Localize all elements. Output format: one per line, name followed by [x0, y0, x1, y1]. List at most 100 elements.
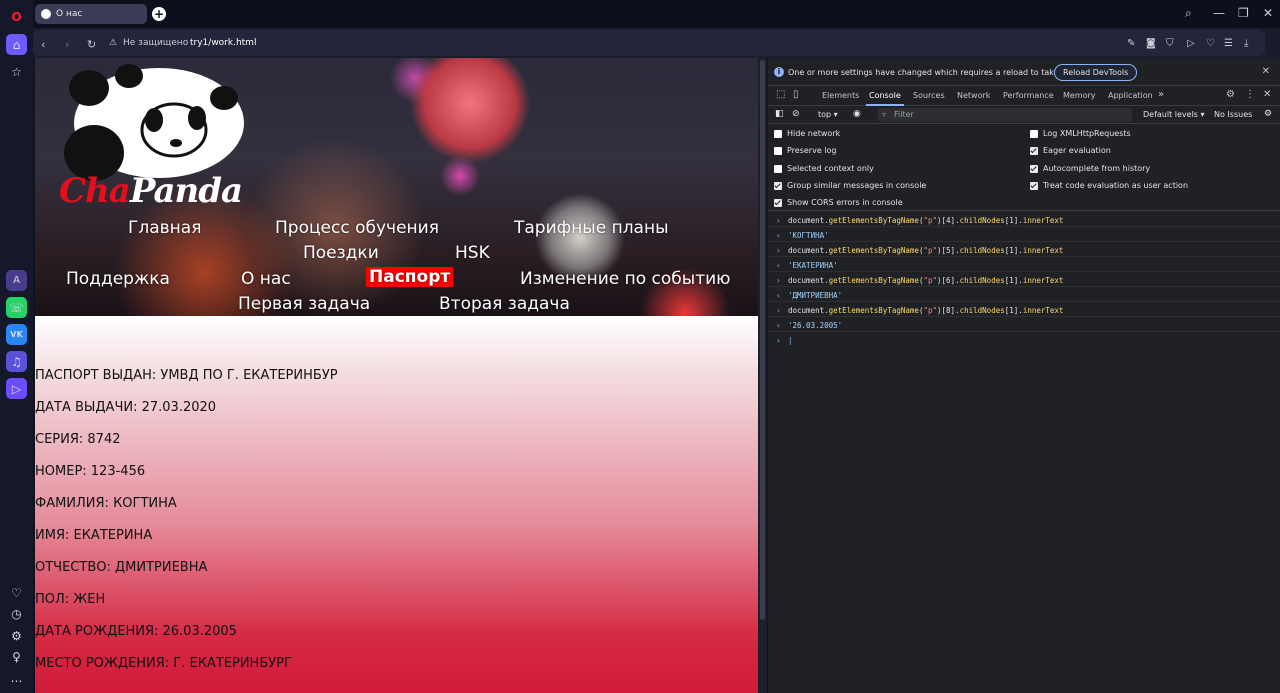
forward-icon[interactable]: ›	[65, 38, 69, 51]
surname: ФАМИЛИЯ: КОГТИНА	[35, 496, 177, 511]
maximize-icon[interactable]: ❐	[1238, 6, 1249, 20]
tab-console[interactable]: Console	[869, 91, 901, 100]
brand-part-panda: Panda	[129, 171, 243, 211]
back-icon[interactable]: ‹	[41, 38, 45, 51]
devtools-close-icon[interactable]: ✕	[1263, 89, 1271, 100]
security-label[interactable]: Не защищено	[123, 38, 188, 48]
clear-console-icon[interactable]: ⊘	[792, 109, 800, 119]
checkbox[interactable]	[774, 164, 782, 173]
close-icon[interactable]: ✕	[1262, 66, 1270, 77]
tab-title: О нас	[56, 9, 83, 19]
console-code: document.getElementsByTagName("p")[4].ch…	[788, 216, 1064, 225]
opt-label: Preserve log	[787, 146, 837, 155]
opt-group-similar[interactable]: Group similar messages in console	[774, 181, 926, 190]
nav-about[interactable]: О нас	[241, 269, 291, 289]
camera-icon[interactable]: ◙	[1146, 38, 1156, 49]
filter-input[interactable]: Filter	[878, 108, 1132, 122]
checkbox[interactable]	[1030, 146, 1038, 155]
checkbox[interactable]	[774, 198, 782, 207]
reload-icon[interactable]: ↻	[87, 38, 96, 51]
star-icon[interactable]: ☆	[6, 61, 27, 82]
reload-devtools-button[interactable]: Reload DevTools	[1054, 64, 1138, 81]
more-tabs-icon[interactable]: »	[1158, 89, 1164, 100]
vk-icon[interactable]: VK	[6, 324, 27, 345]
console-input-line: › document.getElementsByTagName("p")[4].…	[768, 212, 1280, 227]
tab-performance[interactable]: Performance	[1003, 91, 1054, 100]
nav-learning[interactable]: Процесс обучения	[275, 218, 439, 238]
nav-trips[interactable]: Поездки	[303, 243, 379, 263]
more-icon[interactable]: …	[6, 667, 27, 688]
opt-label: Selected context only	[787, 164, 874, 173]
whatsapp-icon[interactable]: ☏	[6, 297, 27, 318]
opt-selected-context[interactable]: Selected context only	[774, 164, 874, 173]
issue-date: ДАТА ВЫДАЧИ: 27.03.2020	[35, 400, 217, 415]
opt-log-xhr[interactable]: Log XMLHttpRequests	[1030, 129, 1131, 138]
scroll-thumb[interactable]	[760, 60, 765, 620]
checkbox[interactable]	[1030, 129, 1038, 138]
sidebar-toggle-icon[interactable]: ◧	[775, 109, 784, 119]
settings-icon[interactable]: ⚙	[6, 625, 27, 646]
aria-icon[interactable]: A	[6, 270, 27, 291]
play-icon[interactable]: ▷	[1187, 38, 1195, 49]
warning-icon[interactable]: ⚠	[109, 38, 117, 48]
opt-eager-eval[interactable]: Eager evaluation	[1030, 146, 1111, 155]
levels-select[interactable]: Default levels ▾	[1143, 110, 1205, 119]
opt-user-action[interactable]: Treat code evaluation as user action	[1030, 181, 1188, 190]
console-toolbar: ◧ ⊘ top ▾ ◉ Filter ▿ Default levels ▾ No…	[768, 106, 1280, 124]
devtools-settings-icon[interactable]: ⚙	[1226, 89, 1235, 100]
address-field[interactable]: ‹ › ↻ ⚠ Не защищено try1/work.html ✎ ◙ ⛉…	[33, 30, 1265, 56]
nav-tariffs[interactable]: Тарифные планы	[514, 218, 669, 238]
tab-sources[interactable]: Sources	[913, 91, 945, 100]
checkbox[interactable]	[774, 129, 782, 138]
new-tab-button[interactable]: +	[152, 7, 166, 21]
music-icon[interactable]: ♫	[6, 351, 27, 372]
heart-icon[interactable]: ♡	[6, 582, 27, 603]
tab-about[interactable]: О нас	[35, 4, 147, 24]
context-select[interactable]: top ▾	[818, 110, 838, 119]
menu-icon[interactable]: ☰	[1224, 38, 1233, 49]
tab-elements[interactable]: Elements	[822, 91, 859, 100]
checkbox[interactable]	[1030, 181, 1038, 190]
nav-home[interactable]: Главная	[128, 218, 201, 238]
opt-preserve-log[interactable]: Preserve log	[774, 146, 837, 155]
opt-cors-errors[interactable]: Show CORS errors in console	[774, 198, 903, 207]
home-icon[interactable]: ⌂	[6, 34, 27, 55]
shield-icon[interactable]: ⛉	[1166, 38, 1174, 49]
opera-logo-icon[interactable]: O	[6, 6, 27, 27]
close-window-icon[interactable]: ✕	[1263, 6, 1273, 20]
nav-hsk[interactable]: HSK	[455, 243, 490, 263]
tips-icon[interactable]: ♀	[6, 646, 27, 667]
history-icon[interactable]: ◷	[6, 603, 27, 624]
device-toolbar-icon[interactable]: ▯	[793, 89, 799, 100]
opt-autocomplete[interactable]: Autocomplete from history	[1030, 164, 1150, 173]
minimize-icon[interactable]: —	[1213, 6, 1225, 20]
url-text[interactable]: try1/work.html	[190, 38, 256, 48]
eye-icon[interactable]: ◉	[853, 109, 861, 119]
nav-event-change[interactable]: Изменение по событию	[520, 269, 730, 289]
nav-task2[interactable]: Вторая задача	[439, 294, 570, 314]
output-arrow-icon: ‹	[776, 231, 781, 240]
checkbox[interactable]	[774, 181, 782, 190]
favorite-icon[interactable]: ♡	[1206, 38, 1215, 49]
issues-button[interactable]: No Issues	[1214, 110, 1252, 119]
checkbox[interactable]	[774, 146, 782, 155]
download-icon[interactable]: ⤓	[1244, 38, 1248, 49]
nav-task1[interactable]: Первая задача	[238, 294, 370, 314]
player-icon[interactable]: ▷	[6, 378, 27, 399]
console-settings-icon[interactable]: ⚙	[1264, 109, 1272, 119]
search-icon[interactable]: ⌕	[1185, 6, 1192, 21]
tab-application[interactable]: Application	[1108, 91, 1153, 100]
nav-support[interactable]: Поддержка	[66, 269, 170, 289]
console-prompt[interactable]: › |	[768, 332, 1280, 347]
nav-passport[interactable]: Паспорт	[366, 267, 454, 287]
devtools-menu-icon[interactable]: ⋮	[1245, 89, 1255, 100]
inspect-icon[interactable]: ⬚	[776, 89, 785, 100]
opt-hide-network[interactable]: Hide network	[774, 129, 840, 138]
brand-name[interactable]: ChaPanda	[59, 171, 243, 211]
tab-network[interactable]: Network	[957, 91, 990, 100]
page-scrollbar[interactable]	[758, 58, 767, 693]
checkbox[interactable]	[1030, 164, 1038, 173]
edit-icon[interactable]: ✎	[1127, 38, 1135, 49]
tab-memory[interactable]: Memory	[1063, 91, 1096, 100]
prompt-caret[interactable]: |	[788, 336, 793, 345]
